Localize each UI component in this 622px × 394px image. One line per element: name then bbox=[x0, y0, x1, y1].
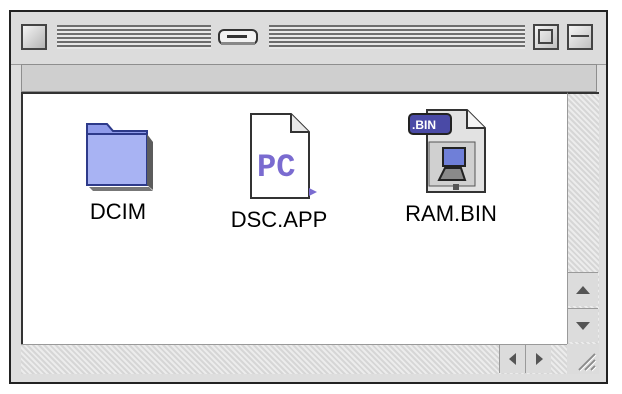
file-item-dsc-app[interactable]: PC DSC.APP bbox=[223, 110, 335, 232]
grow-box-icon[interactable] bbox=[567, 344, 599, 374]
file-type-badge: .BIN bbox=[412, 118, 436, 132]
pc-document-icon: PC bbox=[250, 113, 317, 199]
file-area: DCIM PC DSC.APP .BIN RAM.BIN bbox=[21, 92, 567, 344]
file-name-label: RAM.BIN bbox=[405, 201, 497, 226]
zoom-box-icon[interactable] bbox=[533, 24, 559, 50]
file-item-ram-bin[interactable]: .BIN RAM.BIN bbox=[391, 104, 511, 226]
scroll-down-arrow-icon[interactable] bbox=[568, 308, 598, 342]
scroll-right-arrow-icon[interactable] bbox=[525, 345, 551, 373]
window-header-strip bbox=[21, 64, 597, 92]
title-bar-stripes-left bbox=[57, 25, 211, 49]
close-box-icon[interactable] bbox=[21, 24, 47, 50]
folder-icon bbox=[86, 123, 153, 191]
scroll-up-arrow-icon[interactable] bbox=[568, 272, 598, 306]
file-name-label: DCIM bbox=[89, 199, 147, 224]
title-bar-stripes-right bbox=[269, 25, 525, 49]
windowshade-box-icon[interactable] bbox=[567, 24, 593, 50]
vertical-scrollbar[interactable] bbox=[567, 92, 599, 344]
file-name-label: DSC.APP bbox=[230, 207, 328, 232]
finder-window: DCIM PC DSC.APP .BIN RAM.BIN bbox=[9, 10, 608, 384]
horizontal-scrollbar[interactable] bbox=[21, 344, 567, 374]
title-bar[interactable] bbox=[11, 12, 606, 65]
svg-text:PC: PC bbox=[257, 149, 295, 186]
scroll-left-arrow-icon[interactable] bbox=[499, 345, 525, 373]
disk-drive-icon bbox=[218, 29, 258, 45]
file-item-dcim[interactable]: DCIM bbox=[63, 110, 173, 224]
